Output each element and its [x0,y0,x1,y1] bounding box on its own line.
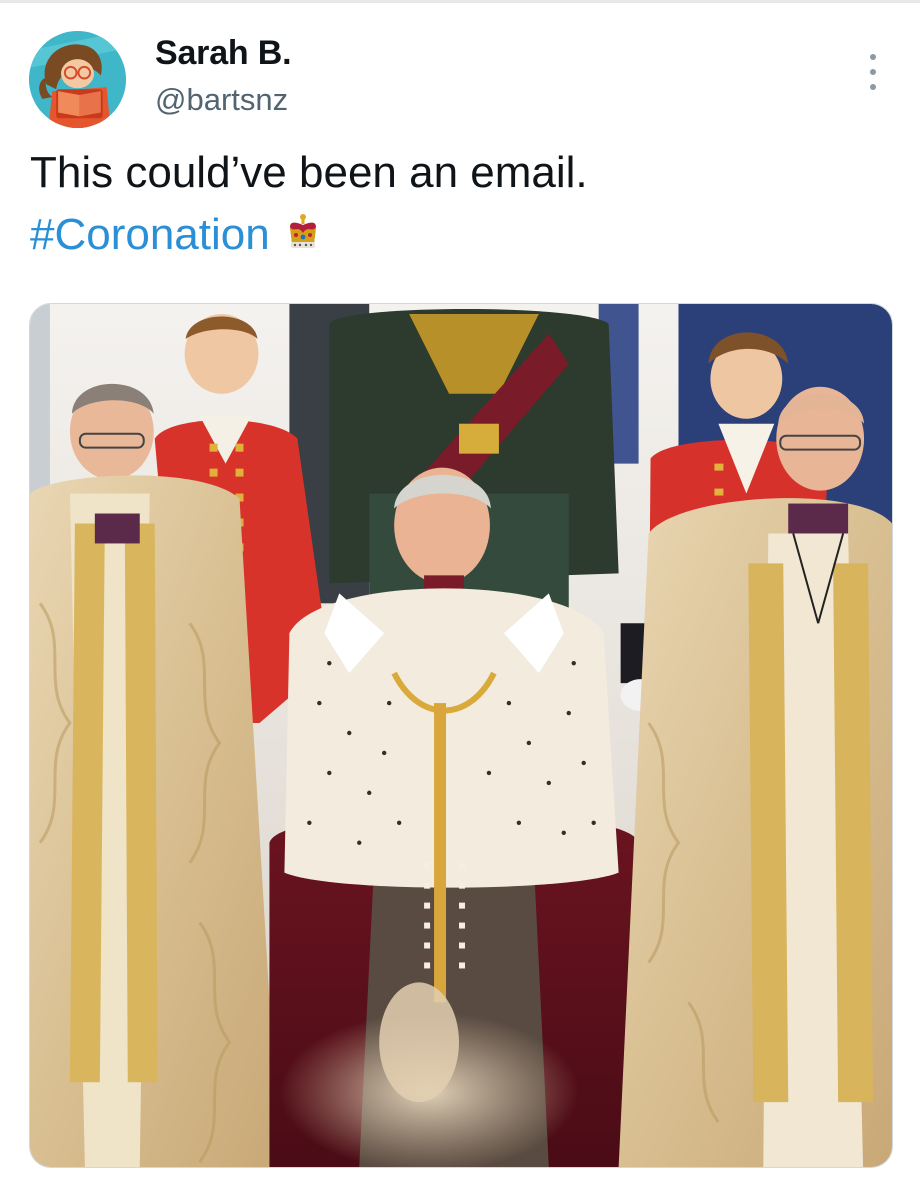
more-dot-icon [870,69,876,75]
coronation-procession-photo-icon [30,304,892,1167]
crown-emoji-icon [286,208,320,248]
tweet-hashtag-line: #Coronation [30,204,890,266]
tweet-text-line: This could’ve been an email. [30,148,588,197]
hashtag-link[interactable]: #Coronation [30,210,270,259]
more-options-button[interactable] [860,52,886,92]
more-dot-icon [870,54,876,60]
author-avatar[interactable] [29,31,126,128]
author-handle[interactable]: @bartsnz [155,82,288,118]
tweet-text: This could’ve been an email. #Coronation [30,142,890,266]
tweet[interactable]: Sarah B. @bartsnz This could’ve been an … [0,0,920,1179]
tweet-media-photo[interactable] [29,303,893,1168]
more-dot-icon [870,84,876,90]
cartoon-person-reading-avatar-icon [29,31,126,128]
author-display-name[interactable]: Sarah B. [155,34,292,73]
